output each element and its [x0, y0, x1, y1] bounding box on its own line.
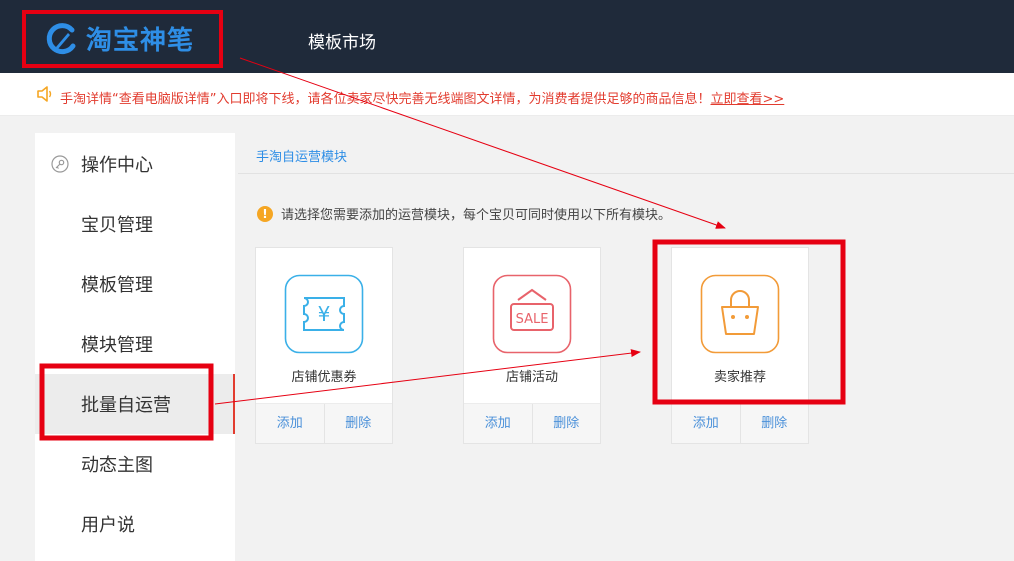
- add-button[interactable]: 添加: [464, 404, 532, 443]
- delete-button[interactable]: 删除: [323, 404, 393, 443]
- pen-logo-icon: [46, 22, 76, 54]
- sidebar-item-dynamic-main-image[interactable]: 动态主图: [35, 434, 235, 494]
- hint: ! 请选择您需要添加的运营模块，每个宝贝可同时使用以下所有模块。: [257, 204, 671, 223]
- logo[interactable]: 淘宝神笔: [44, 20, 194, 57]
- notice-text: 手淘详情“查看电脑版详情”入口即将下线，请各位卖家尽快完善无线端图文详情，为消费…: [60, 88, 784, 107]
- hint-text: 请选择您需要添加的运营模块，每个宝贝可同时使用以下所有模块。: [281, 208, 672, 223]
- card-actions: 添加 删除: [464, 403, 600, 443]
- sidebar: 操作中心 宝贝管理 模板管理 模块管理 批量自运营 动态主图 用户说: [35, 133, 235, 561]
- module-card-coupon: ¥ 店铺优惠券 添加 删除: [255, 247, 393, 444]
- sidebar-item-label: 模块管理: [81, 335, 153, 356]
- card-title: 卖家推荐: [713, 370, 766, 385]
- sidebar-item-operation-center[interactable]: 操作中心: [35, 134, 235, 194]
- sidebar-item-user-says[interactable]: 用户说: [35, 494, 235, 554]
- sidebar-item-label: 用户说: [81, 515, 135, 536]
- shopping-bag-icon: [700, 274, 780, 354]
- card-actions: 添加 删除: [256, 403, 392, 443]
- warning-icon: !: [257, 205, 273, 222]
- active-indicator: [233, 374, 235, 434]
- nav-template-market[interactable]: 模板市场: [308, 28, 376, 53]
- card-title: 店铺优惠券: [291, 370, 357, 385]
- sidebar-item-template-management[interactable]: 模板管理: [35, 254, 235, 314]
- breadcrumb: 手淘自运营模块: [256, 150, 348, 165]
- add-button[interactable]: 添加: [256, 404, 324, 443]
- notice-bar: 手淘详情“查看电脑版详情”入口即将下线，请各位卖家尽快完善无线端图文详情，为消费…: [0, 73, 1014, 116]
- sale-sign-icon: SALE: [492, 274, 572, 354]
- module-card-seller-recommendation: 卖家推荐 添加 删除: [671, 247, 809, 444]
- divider: [238, 173, 1014, 174]
- card-actions: 添加 删除: [672, 403, 808, 443]
- coupon-icon: ¥: [284, 274, 364, 354]
- sidebar-item-module-management[interactable]: 模块管理: [35, 314, 235, 374]
- key-icon: [51, 155, 69, 173]
- logo-text: 淘宝神笔: [86, 26, 195, 56]
- sidebar-item-label: 模板管理: [81, 275, 153, 296]
- coupon-symbol: ¥: [318, 302, 331, 326]
- speaker-icon: [37, 86, 52, 102]
- sale-text: SALE: [516, 312, 549, 327]
- delete-button[interactable]: 删除: [531, 404, 601, 443]
- notice-view-link[interactable]: 立即查看>>: [710, 92, 784, 107]
- delete-button[interactable]: 删除: [739, 404, 809, 443]
- sidebar-item-label: 批量自运营: [81, 395, 171, 416]
- module-card-shop-activity: SALE 店铺活动 添加 删除: [463, 247, 601, 444]
- notice-message: 手淘详情“查看电脑版详情”入口即将下线，请各位卖家尽快完善无线端图文详情，为消费…: [60, 92, 711, 107]
- sidebar-item-label: 动态主图: [81, 455, 153, 476]
- add-button[interactable]: 添加: [672, 404, 740, 443]
- top-header: 淘宝神笔 模板市场: [0, 0, 1014, 73]
- card-title: 店铺活动: [505, 370, 558, 385]
- sidebar-item-label: 操作中心: [81, 155, 153, 176]
- sidebar-item-product-management[interactable]: 宝贝管理: [35, 194, 235, 254]
- sidebar-item-label: 宝贝管理: [81, 215, 153, 236]
- sidebar-item-batch-self-operation[interactable]: 批量自运营: [35, 374, 235, 434]
